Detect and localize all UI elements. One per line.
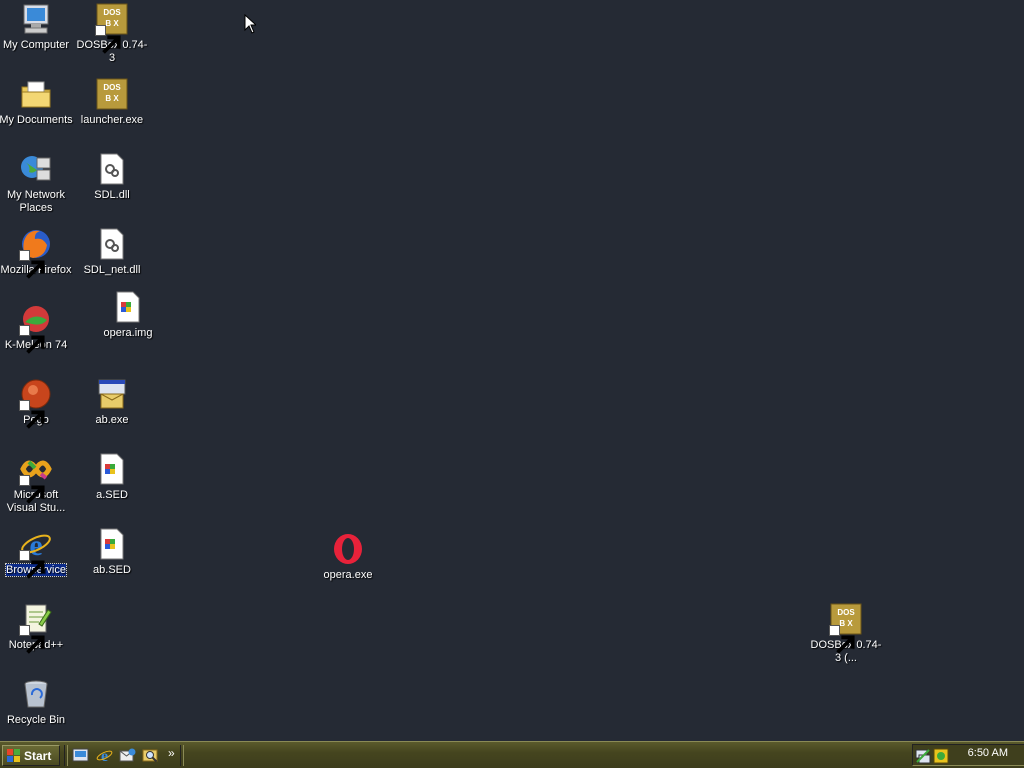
- security-tray-icon[interactable]: [933, 748, 949, 764]
- icon-label: ab.exe: [95, 414, 129, 426]
- icon-label: a.SED: [96, 489, 128, 501]
- shortcut-arrow-icon: [829, 625, 855, 654]
- internet-explorer-icon: e: [19, 527, 53, 579]
- desktop-icon-a-sed[interactable]: a.SED: [74, 452, 150, 502]
- notepadpp-icon: [19, 602, 53, 654]
- k-meleon-icon: [19, 302, 53, 354]
- icon-label: SDL.dll: [94, 189, 130, 201]
- shortcut-arrow-icon: [19, 550, 45, 579]
- show-desktop-icon: [72, 748, 89, 762]
- dosbox-icon: DOS B X: [829, 602, 863, 654]
- visual-studio-icon: [19, 452, 53, 504]
- sed-file-icon: [95, 452, 129, 486]
- svg-text:e: e: [101, 748, 108, 764]
- windows-logo-icon: [7, 748, 20, 762]
- sed-file-icon: [95, 527, 129, 561]
- dll-file-icon: [95, 152, 129, 186]
- svg-text:DOS: DOS: [837, 608, 855, 617]
- shortcut-arrow-icon: [19, 325, 45, 354]
- exe-installer-icon: [95, 377, 129, 411]
- quicklaunch-show-desktop[interactable]: [72, 747, 90, 765]
- desktop-icon-recycle-bin[interactable]: Recycle Bin: [0, 677, 74, 727]
- taskbar: Start e » 6:50 AM: [0, 741, 1024, 768]
- taskbar-separator: [64, 745, 68, 766]
- icon-label: Recycle Bin: [6, 714, 66, 726]
- internet-explorer-icon: e: [96, 748, 113, 765]
- desktop-icon-browservice[interactable]: e Browservice: [0, 527, 74, 579]
- desktop-icon-pego[interactable]: Pego: [0, 377, 74, 429]
- search-icon: [142, 749, 158, 763]
- my-computer-icon: [19, 2, 53, 36]
- recycle-bin-icon: [19, 677, 53, 711]
- icon-label: SDL_net.dll: [83, 264, 141, 276]
- icon-label: My Network Places: [6, 189, 66, 214]
- svg-text:DOS: DOS: [103, 83, 121, 92]
- icon-label: launcher.exe: [80, 114, 144, 126]
- dosbox-icon: DOS B X: [95, 2, 129, 54]
- outlook-express-icon: [119, 748, 136, 762]
- desktop-icon-dosbox-copy[interactable]: DOS B X DOSBox 0.74-3 (...: [808, 602, 884, 665]
- firefox-icon: [19, 227, 53, 279]
- my-documents-icon: [19, 77, 53, 111]
- desktop-icon-ab-exe[interactable]: ab.exe: [74, 377, 150, 427]
- quicklaunch-overflow-button[interactable]: »: [168, 746, 175, 760]
- shortcut-arrow-icon: [19, 400, 45, 429]
- icon-label: opera.img: [103, 327, 153, 339]
- taskbar-clock[interactable]: 6:50 AM: [968, 747, 1008, 759]
- icon-label: My Computer: [2, 39, 70, 51]
- network-places-icon: [19, 152, 53, 186]
- icon-label: ab.SED: [93, 564, 131, 576]
- desktop-icon-notepadpp[interactable]: Notepad++: [0, 602, 74, 654]
- desktop-icon-my-network-places[interactable]: My Network Places: [0, 152, 74, 215]
- desktop-icon-opera-exe[interactable]: opera.exe: [310, 532, 386, 582]
- image-file-icon: [111, 290, 145, 324]
- mouse-cursor-icon: [244, 14, 256, 34]
- icon-label: opera.exe: [323, 569, 373, 581]
- quicklaunch-outlook-express[interactable]: [119, 747, 137, 765]
- dosbox-icon: DOS B X: [95, 77, 129, 111]
- desktop-icon-opera-img[interactable]: opera.img: [90, 290, 166, 340]
- shortcut-arrow-icon: [19, 250, 45, 279]
- desktop-icon-mozilla-firefox[interactable]: Mozilla Firefox: [0, 227, 74, 279]
- network-tray-icon[interactable]: [915, 748, 931, 764]
- icon-label: My Documents: [0, 114, 73, 126]
- desktop-icon-visual-studio[interactable]: Microsoft Visual Stu...: [0, 452, 74, 515]
- desktop-icon-my-documents[interactable]: My Documents: [0, 77, 74, 127]
- desktop-icon-my-computer[interactable]: My Computer: [0, 2, 74, 52]
- start-label: Start: [24, 748, 52, 763]
- start-button[interactable]: Start: [2, 745, 60, 766]
- taskbar-separator: [180, 745, 184, 766]
- desktop-icon-dosbox[interactable]: DOS B X DOSBox 0.74-3: [74, 2, 150, 65]
- desktop[interactable]: My Computer My Documents My Network Plac…: [0, 0, 1024, 741]
- desktop-icon-sdl-dll[interactable]: SDL.dll: [74, 152, 150, 202]
- pego-icon: [19, 377, 53, 429]
- shortcut-arrow-icon: [19, 625, 45, 654]
- desktop-icon-ab-sed[interactable]: ab.SED: [74, 527, 150, 577]
- shortcut-arrow-icon: [95, 25, 121, 54]
- opera-icon: [331, 532, 365, 566]
- quicklaunch-internet-explorer[interactable]: e: [96, 747, 114, 765]
- desktop-icon-sdl-net-dll[interactable]: SDL_net.dll: [74, 227, 150, 277]
- desktop-icon-launcher-exe[interactable]: DOS B X launcher.exe: [74, 77, 150, 127]
- desktop-icon-k-meleon[interactable]: K-Meleon 74: [0, 302, 74, 354]
- svg-text:B X: B X: [105, 94, 119, 103]
- svg-text:DOS: DOS: [103, 8, 121, 17]
- quicklaunch-search[interactable]: [142, 747, 160, 765]
- shortcut-arrow-icon: [19, 475, 45, 504]
- dll-file-icon: [95, 227, 129, 261]
